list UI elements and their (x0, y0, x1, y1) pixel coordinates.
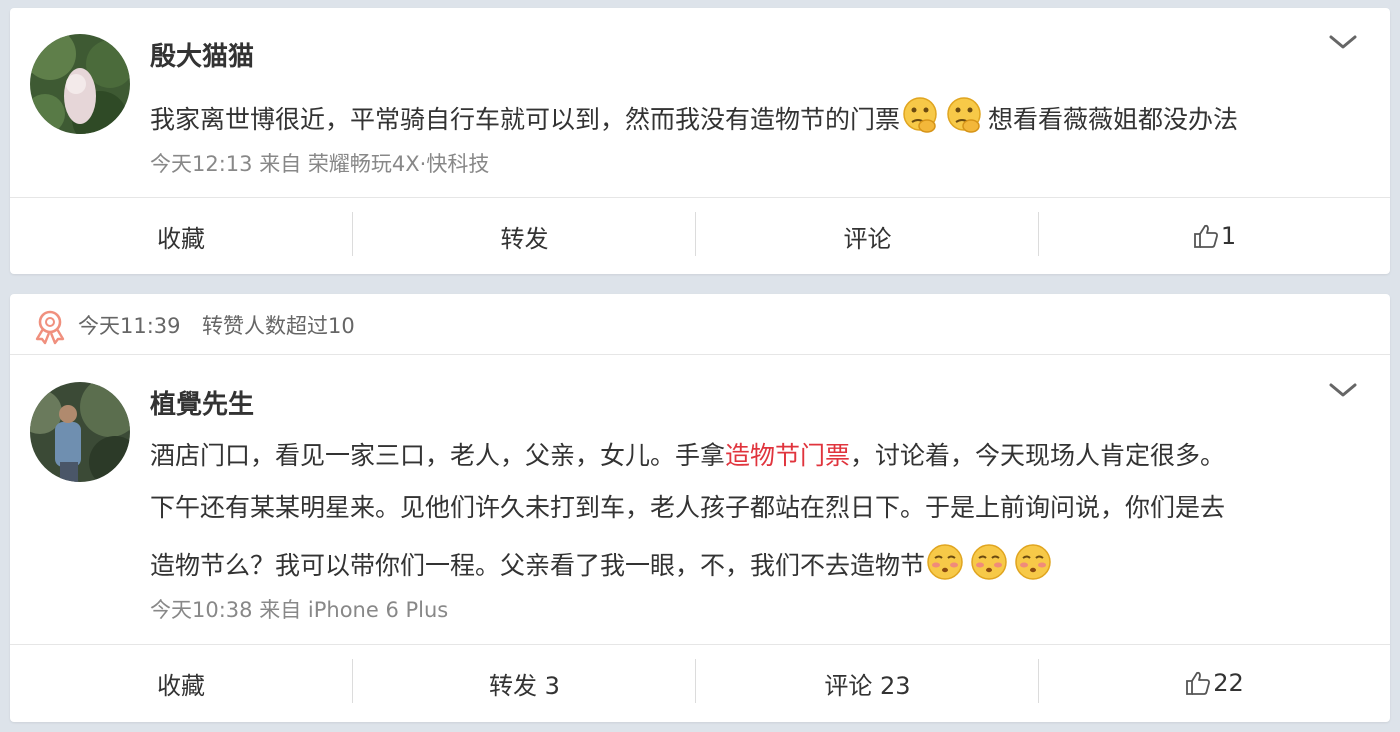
comment-button[interactable]: 评论 (696, 198, 1039, 274)
badge-text: 转赞人数超过10 (202, 314, 355, 338)
weibo-post-card: 殷大猫猫 我家离世博很近，平常骑自行车就可以到，然而我没有造物节的门票 想看看薇… (10, 8, 1390, 274)
post-text: 我家离世博很近，平常骑自行车就可以到，然而我没有造物节的门票 想看看薇薇姐都没办… (150, 96, 1238, 136)
thumbs-up-icon (1193, 224, 1218, 248)
comment-button[interactable]: 评论 23 (696, 645, 1039, 721)
weibo-post-card: 今天11:39 转赞人数超过10 植覺先生 酒店门口，看见一家三口，老人，父亲，… (10, 294, 1390, 722)
collect-button[interactable]: 收藏 (10, 645, 352, 721)
action-bar: 收藏 转发 评论 1 (10, 197, 1390, 274)
like-count: 1 (1220, 222, 1237, 250)
hot-badge-bar: 今天11:39 转赞人数超过10 (10, 294, 1390, 355)
post-text-part: 造物节么？我可以带你们一程。父亲看了我一眼，不，我们不去造物节 (150, 551, 926, 580)
avatar[interactable] (30, 34, 130, 134)
like-button[interactable]: 1 (1039, 198, 1390, 274)
comment-label: 评论 23 (824, 671, 911, 700)
collect-button[interactable]: 收藏 (10, 198, 352, 274)
post-text-line: 造物节么？我可以带你们一程。父亲看了我一眼，不，我们不去造物节 (150, 542, 1057, 582)
post-time[interactable]: 今天10:38 (150, 598, 253, 622)
chevron-down-icon[interactable] (1326, 30, 1360, 54)
thinking-face-icon (947, 97, 981, 133)
post-text-line: 下午还有某某明星来。见他们许久未打到车，老人孩子都站在烈日下。于是上前询问说，你… (150, 493, 1226, 522)
like-count: 22 (1213, 669, 1244, 697)
action-bar: 收藏 转发 3 评论 23 22 (10, 644, 1390, 721)
collect-label: 收藏 (157, 671, 205, 700)
post-source: 来自 iPhone 6 Plus (259, 598, 449, 622)
kissing-face-icon (971, 544, 1007, 580)
post-meta: 今天10:38 来自 iPhone 6 Plus (150, 594, 448, 624)
author-name[interactable]: 植覺先生 (150, 384, 254, 421)
repost-label: 转发 (500, 224, 549, 253)
repost-button[interactable]: 转发 3 (353, 645, 696, 721)
topic-link[interactable]: 造物节门票 (725, 441, 850, 470)
kissing-face-icon (1015, 544, 1051, 580)
post-meta: 今天12:13 来自 荣耀畅玩4X·快科技 (150, 148, 489, 178)
comment-label: 评论 (843, 224, 892, 253)
post-text-part: 我家离世博很近，平常骑自行车就可以到，然而我没有造物节的门票 (150, 105, 901, 134)
chevron-down-icon[interactable] (1326, 378, 1360, 402)
post-source: 来自 荣耀畅玩4X·快科技 (259, 152, 490, 176)
like-button[interactable]: 22 (1039, 645, 1390, 721)
thinking-face-icon (903, 97, 937, 133)
badge-time: 今天11:39 (78, 314, 181, 338)
thumbs-up-icon (1186, 671, 1211, 695)
avatar[interactable] (30, 382, 130, 482)
collect-label: 收藏 (157, 224, 205, 253)
post-text-part: 想看看薇薇姐都没办法 (988, 105, 1239, 134)
repost-label: 转发 3 (489, 671, 560, 700)
post-text-part: 酒店门口，看见一家三口，老人，父亲，女儿。手拿 (150, 441, 726, 470)
post-text-line: 酒店门口，看见一家三口，老人，父亲，女儿。手拿造物节门票，讨论着，今天现场人肯定… (150, 436, 1225, 472)
post-text-part: ，讨论着，今天现场人肯定很多。 (850, 441, 1226, 470)
author-name[interactable]: 殷大猫猫 (150, 36, 254, 73)
repost-button[interactable]: 转发 (353, 198, 696, 274)
kissing-face-icon (927, 544, 963, 580)
award-ribbon-icon (35, 310, 65, 345)
post-time[interactable]: 今天12:13 (150, 152, 253, 176)
